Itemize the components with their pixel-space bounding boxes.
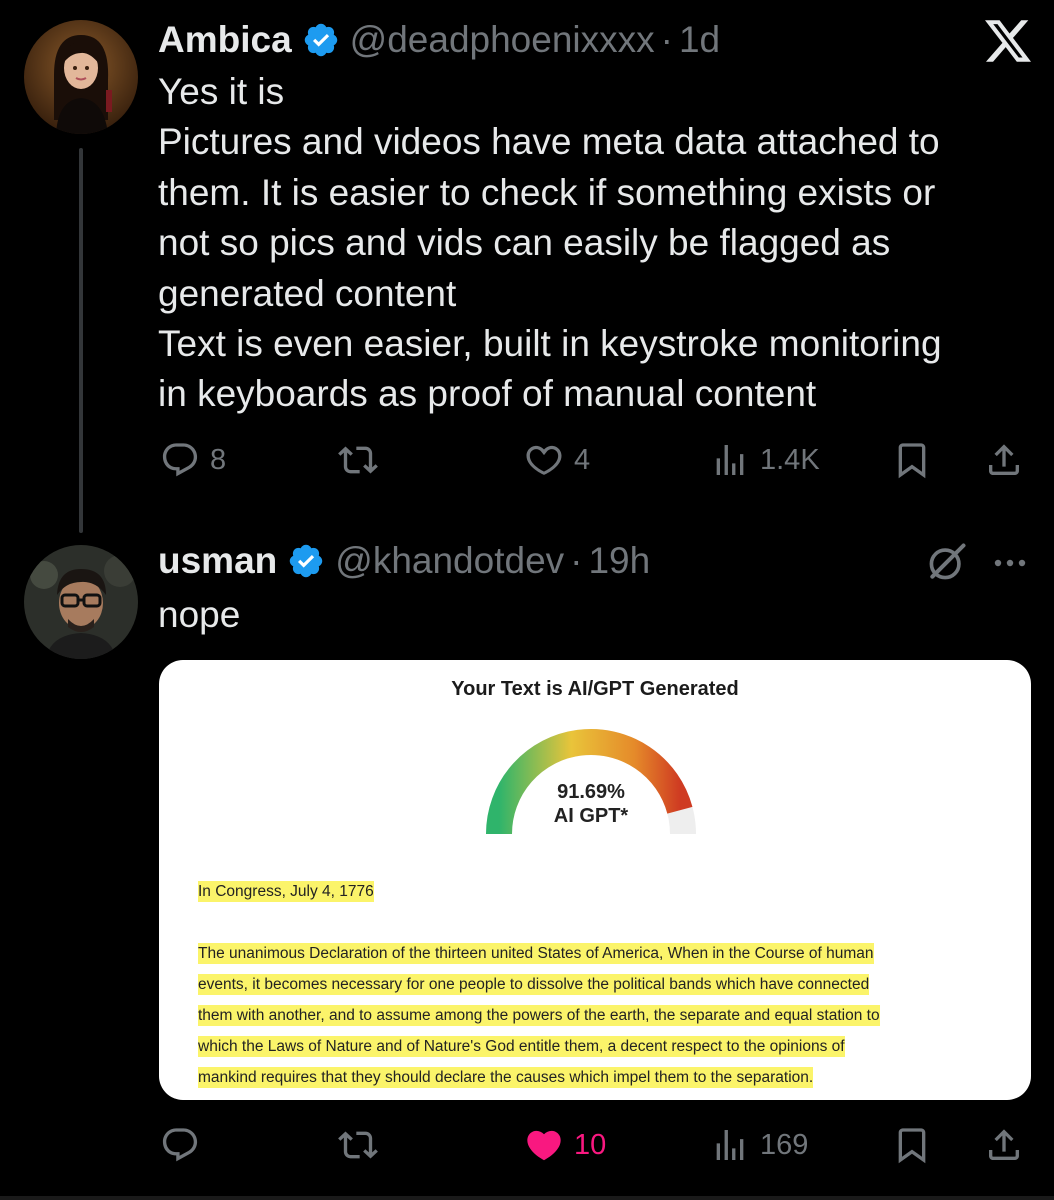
like-icon bbox=[526, 445, 562, 475]
views-button[interactable]: 169 bbox=[710, 1120, 808, 1170]
highlighted-date-line: In Congress, July 4, 1776 bbox=[198, 881, 374, 902]
tweet-text-line: Yes it is bbox=[158, 71, 285, 112]
tweet1-action-bar: 8 4 1.4K bbox=[158, 435, 1038, 485]
repost-icon bbox=[338, 446, 378, 474]
repost-button[interactable] bbox=[338, 435, 378, 485]
tweet1-body: Yes it is Pictures and videos have meta … bbox=[158, 67, 1038, 420]
highlighted-paragraph: The unanimous Declaration of the thirtee… bbox=[198, 938, 1018, 1093]
thread-connector-line bbox=[79, 148, 83, 533]
avatar-usman[interactable] bbox=[24, 545, 138, 659]
tweet2-action-bar: 10 169 bbox=[158, 1120, 1038, 1170]
like-count: 10 bbox=[574, 1128, 607, 1161]
verified-badge-icon bbox=[304, 23, 337, 57]
reply-button[interactable] bbox=[160, 1120, 200, 1170]
like-button[interactable]: 4 bbox=[524, 435, 590, 485]
views-count: 1.4K bbox=[760, 443, 820, 476]
separator-dot: · bbox=[570, 540, 583, 581]
x-logo-close-icon[interactable] bbox=[985, 18, 1031, 64]
bookmark-button[interactable] bbox=[892, 1120, 932, 1170]
tweet2-header: usman @khandotdev · 19h bbox=[158, 535, 650, 587]
separator-dot: · bbox=[660, 19, 673, 60]
verified-badge-icon bbox=[290, 544, 323, 578]
share-icon bbox=[989, 1129, 1019, 1160]
paragraph-line: which the Laws of Nature and of Nature's… bbox=[198, 1036, 845, 1057]
attached-image-card[interactable]: Your Text is AI/GPT Generated 91.69% AI … bbox=[159, 660, 1031, 1100]
tweet-text-line: in keyboards as proof of manual content bbox=[158, 373, 817, 415]
gauge-readout: 91.69% AI GPT* bbox=[491, 780, 691, 828]
tweet-text-line: them. It is easier to check if something… bbox=[158, 171, 936, 213]
author-name[interactable]: Ambica bbox=[158, 19, 292, 61]
share-icon bbox=[989, 444, 1019, 475]
avatar-ambica[interactable] bbox=[24, 20, 138, 134]
reply-button[interactable]: 8 bbox=[160, 435, 226, 485]
tweet-text-line: Text is even easier, built in keystroke … bbox=[158, 323, 942, 365]
bookmark-button[interactable] bbox=[892, 435, 932, 485]
paragraph-line: The unanimous Declaration of the thirtee… bbox=[198, 943, 874, 964]
paragraph-line: events, it becomes necessary for one peo… bbox=[198, 974, 870, 995]
grok-icon[interactable] bbox=[925, 540, 969, 584]
share-button[interactable] bbox=[984, 1120, 1024, 1170]
tweet-text: nope bbox=[158, 594, 241, 635]
detector-result-title: Your Text is AI/GPT Generated bbox=[451, 678, 739, 700]
tweet-text-line: not so pics and vids can easily be flagg… bbox=[158, 222, 891, 264]
like-count: 4 bbox=[574, 443, 591, 476]
timestamp[interactable]: 1d bbox=[679, 19, 720, 61]
gauge-percentage: 91.69% bbox=[557, 781, 625, 803]
tweet-text-line: generated content bbox=[158, 272, 457, 314]
tweet1-header: Ambica @deadphoenixxxx · 1d bbox=[158, 14, 720, 66]
tweet-text-line: Pictures and videos have meta data attac… bbox=[158, 121, 940, 163]
more-options-icon[interactable] bbox=[990, 548, 1030, 578]
views-icon bbox=[716, 1130, 744, 1160]
bottom-divider bbox=[0, 1196, 1054, 1200]
bookmark-icon bbox=[898, 1128, 926, 1164]
share-button[interactable] bbox=[984, 435, 1024, 485]
like-button-liked[interactable]: 10 bbox=[524, 1120, 606, 1170]
views-count: 169 bbox=[760, 1128, 809, 1161]
like-filled-icon bbox=[527, 1130, 561, 1161]
reply-icon bbox=[162, 443, 198, 477]
author-name[interactable]: usman bbox=[158, 540, 277, 582]
views-icon bbox=[716, 445, 744, 475]
author-handle[interactable]: @khandotdev bbox=[335, 540, 564, 582]
paragraph-line: them with another, and to assume among t… bbox=[198, 1005, 880, 1026]
reply-count: 8 bbox=[210, 443, 227, 476]
gauge-label: AI GPT* bbox=[553, 805, 629, 827]
repost-icon bbox=[338, 1131, 378, 1159]
views-button[interactable]: 1.4K bbox=[710, 435, 820, 485]
paragraph-line: mankind requires that they should declar… bbox=[198, 1067, 814, 1088]
repost-button[interactable] bbox=[338, 1120, 378, 1170]
author-handle[interactable]: @deadphoenixxxx bbox=[350, 19, 655, 61]
reply-icon bbox=[162, 1128, 198, 1162]
bookmark-icon bbox=[898, 443, 926, 479]
timestamp[interactable]: 19h bbox=[588, 540, 650, 582]
tweet2-body: nope bbox=[158, 590, 1038, 640]
